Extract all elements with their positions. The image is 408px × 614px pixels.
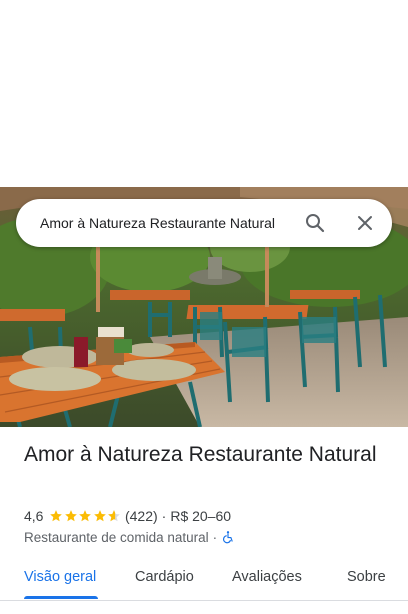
place-category: Restaurante de comida natural: [24, 529, 209, 545]
active-tab-indicator: [24, 596, 98, 599]
wheelchair-icon: [223, 531, 233, 544]
star-rating: [49, 509, 122, 523]
star-full-icon: [50, 510, 63, 522]
category-row: Restaurante de comida natural ·: [24, 528, 235, 546]
search-bar[interactable]: Amor à Natureza Restaurante Natural: [16, 199, 392, 247]
separator-dot: ·: [161, 508, 167, 524]
rating-row[interactable]: 4,6 (422) · R$ 20–60: [24, 507, 231, 525]
place-tabs: Visão geral Cardápio Avaliações Sobre: [0, 556, 408, 601]
place-header: Amor à Natureza Restaurante Natural: [24, 441, 394, 469]
tab-menu[interactable]: Cardápio: [135, 556, 194, 598]
tab-reviews[interactable]: Avaliações: [232, 556, 302, 598]
search-input[interactable]: Amor à Natureza Restaurante Natural: [40, 199, 288, 247]
place-title: Amor à Natureza Restaurante Natural: [24, 443, 377, 466]
review-count[interactable]: (422): [125, 508, 158, 524]
star-half-icon: [108, 510, 121, 522]
star-full-icon: [79, 510, 92, 522]
close-icon[interactable]: [353, 211, 377, 235]
tab-overview[interactable]: Visão geral: [24, 556, 96, 598]
search-icon[interactable]: [303, 211, 327, 235]
star-full-icon: [65, 510, 77, 522]
tab-about[interactable]: Sobre: [347, 556, 386, 598]
rating-value: 4,6: [24, 508, 44, 524]
separator-dot: ·: [212, 529, 218, 545]
top-blank-area: [0, 0, 408, 187]
price-range: R$ 20–60: [170, 508, 232, 524]
star-full-icon: [94, 510, 106, 522]
